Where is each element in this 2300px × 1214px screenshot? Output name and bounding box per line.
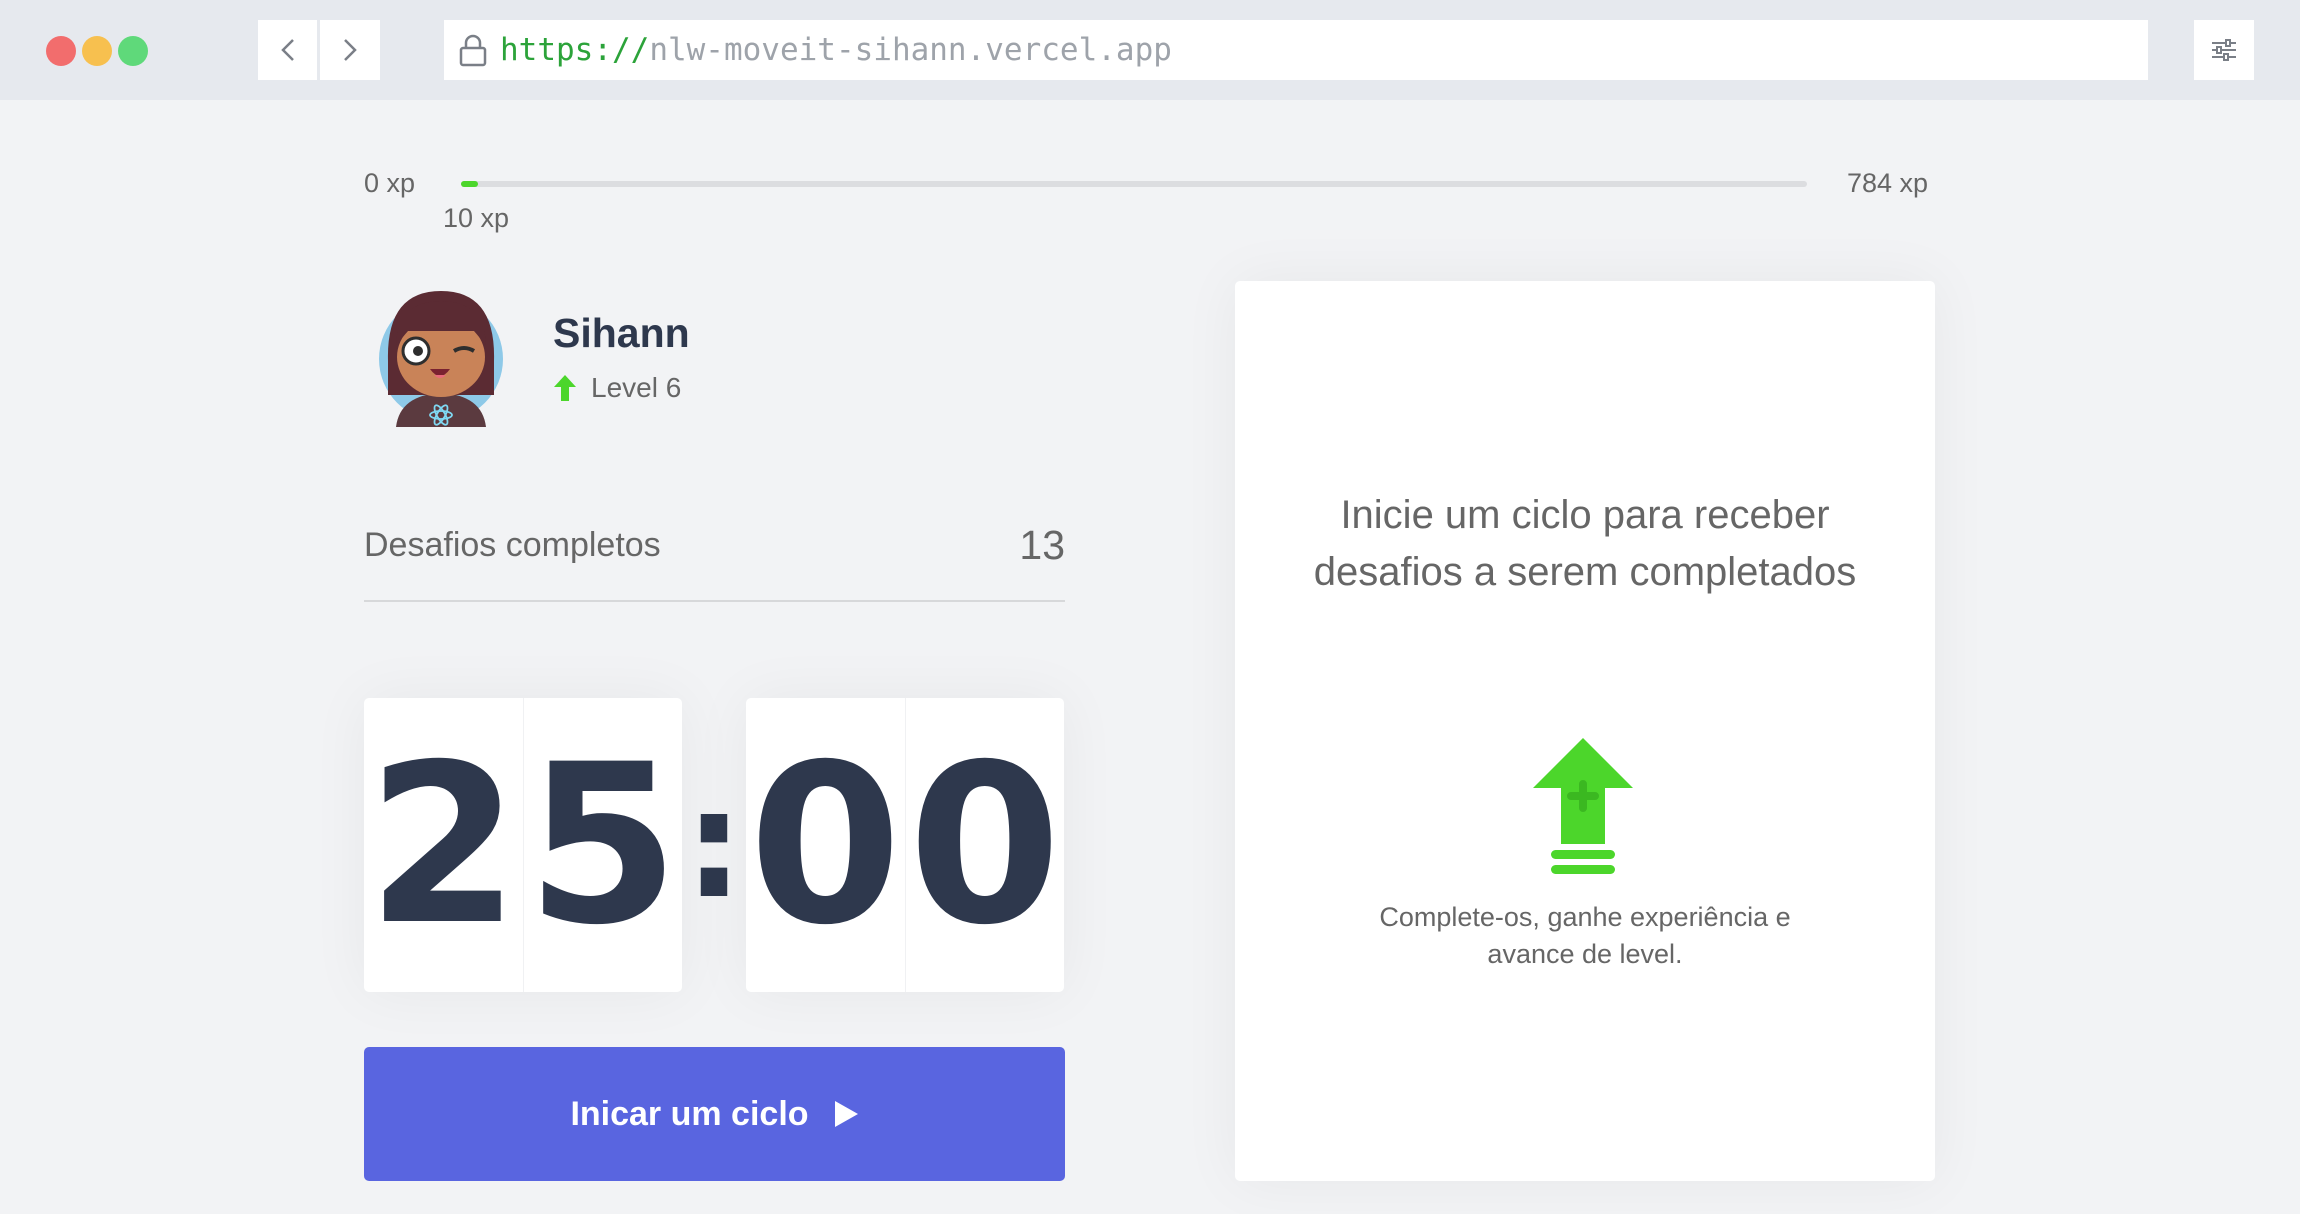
- forward-icon: [344, 39, 357, 61]
- countdown-minutes: 2 5: [364, 698, 682, 992]
- xp-current-label: 10 xp: [443, 203, 510, 233]
- address-bar[interactable]: https://nlw-moveit-sihann.vercel.app: [444, 20, 2148, 80]
- lock-icon: [459, 34, 487, 67]
- countdown-seconds: 0 0: [746, 698, 1064, 992]
- avatar: [379, 291, 503, 427]
- completed-challenges: Desafios completos 13: [364, 522, 1065, 602]
- xp-min-label: 0 xp: [364, 168, 416, 198]
- xp-progress-fill: [461, 181, 479, 187]
- challenge-box: Inicie um ciclo para receber desafios a …: [1235, 281, 1935, 1181]
- completed-challenges-count: 13: [1019, 522, 1065, 568]
- settings-icon: [2212, 39, 2236, 61]
- start-cycle-label: Inicar um ciclo: [570, 1094, 809, 1133]
- profile-level: Level 6: [553, 372, 681, 404]
- settings-button[interactable]: [2194, 20, 2254, 80]
- countdown-separator: :: [684, 758, 744, 932]
- countdown-digit: 0: [908, 717, 1062, 973]
- url-scheme: https://: [500, 32, 650, 68]
- countdown-digit: 5: [526, 717, 680, 973]
- back-button[interactable]: [258, 20, 318, 80]
- play-icon: [834, 1101, 858, 1127]
- browser-toolbar: https://nlw-moveit-sihann.vercel.app: [0, 0, 2300, 100]
- start-cycle-button[interactable]: Inicar um ciclo: [364, 1047, 1065, 1181]
- xp-max-label: 784 xp: [1847, 168, 1929, 198]
- window-minimize-button[interactable]: [82, 36, 112, 66]
- window-close-button[interactable]: [46, 36, 76, 66]
- level-up-icon: [554, 375, 576, 401]
- completed-challenges-label: Desafios completos: [364, 526, 661, 564]
- level-up-icon: [1533, 738, 1633, 874]
- back-icon: [280, 39, 294, 61]
- challenge-box-description: Complete-os, ganhe experiência e avance …: [1379, 902, 1791, 969]
- xp-progress-bar: [461, 181, 1807, 187]
- profile-level-label: Level 6: [591, 372, 682, 403]
- profile-name: Sihann: [553, 310, 690, 356]
- url-host: nlw-moveit-sihann.vercel.app: [649, 32, 1172, 68]
- window-maximize-button[interactable]: [118, 36, 148, 66]
- countdown-digit: 0: [746, 698, 906, 992]
- countdown-digit: 2: [364, 698, 524, 992]
- challenge-box-title: Inicie um ciclo para receber desafios a …: [1313, 493, 1857, 594]
- forward-button[interactable]: [320, 20, 380, 80]
